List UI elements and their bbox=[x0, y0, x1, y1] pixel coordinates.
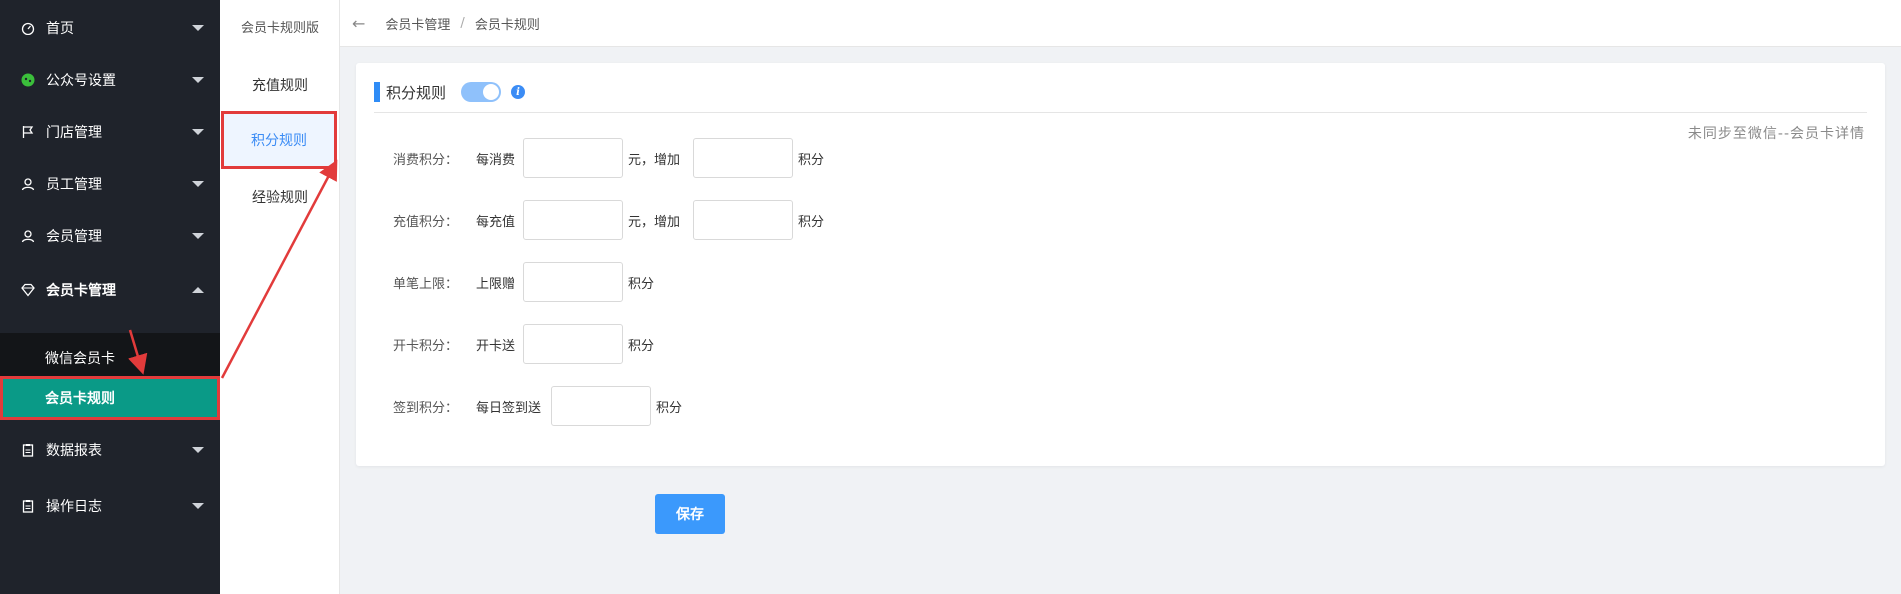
form-prefix: 上限赠 bbox=[476, 276, 516, 292]
single-limit-input[interactable] bbox=[523, 262, 623, 302]
secondary-nav-item-experience[interactable]: 经验规则 bbox=[220, 169, 340, 225]
chevron-down-icon bbox=[192, 447, 204, 453]
header-bar: ← 会员卡管理 / 会员卡规则 bbox=[340, 0, 1901, 47]
back-arrow-icon[interactable]: ← bbox=[352, 14, 365, 33]
form-suffix: 积分 bbox=[628, 276, 655, 292]
consume-amount-input[interactable] bbox=[523, 138, 623, 178]
submenu-item-label: 会员卡规则 bbox=[45, 391, 115, 407]
form-prefix: 每日签到送 bbox=[476, 400, 542, 416]
sidebar-item-label: 会员卡管理 bbox=[46, 283, 116, 299]
wechat-icon bbox=[20, 72, 36, 88]
secondary-nav-label: 充值规则 bbox=[252, 78, 308, 94]
flag-icon bbox=[20, 124, 36, 140]
card-header: 积分规则 i bbox=[374, 81, 526, 103]
clipboard-icon bbox=[20, 498, 36, 514]
sidebar-item-label: 门店管理 bbox=[46, 125, 102, 141]
chevron-down-icon bbox=[192, 181, 204, 187]
points-rule-toggle[interactable] bbox=[461, 82, 502, 102]
chevron-down-icon bbox=[192, 25, 204, 31]
breadcrumb-separator: / bbox=[460, 15, 465, 31]
chevron-down-icon bbox=[192, 503, 204, 509]
form-prefix: 开卡送 bbox=[476, 338, 516, 354]
form-mid-text: 元，增加 bbox=[628, 214, 681, 230]
secondary-nav-item-points[interactable]: 积分规则 bbox=[221, 111, 337, 169]
recharge-points-input[interactable] bbox=[693, 200, 793, 240]
sidebar-item-label: 员工管理 bbox=[46, 177, 102, 193]
consume-points-input[interactable] bbox=[693, 138, 793, 178]
recharge-amount-input[interactable] bbox=[523, 200, 623, 240]
points-rules-card: 积分规则 i 未同步至微信--会员卡详情 消费积分： 每消费 元，增加 积分 充… bbox=[356, 63, 1885, 466]
form-label: 消费积分： bbox=[393, 152, 459, 168]
form-prefix: 每充值 bbox=[476, 214, 516, 230]
divider bbox=[374, 112, 1867, 113]
form-suffix: 积分 bbox=[798, 152, 825, 168]
form-label: 单笔上限： bbox=[393, 276, 459, 292]
title-accent-bar bbox=[374, 82, 380, 102]
card-title: 积分规则 bbox=[386, 83, 447, 102]
checkin-points-input[interactable] bbox=[551, 386, 651, 426]
main-sidebar: 首页 公众号设置 门店管理 员工管理 会员管理 会员卡管理 微信会员卡 会员卡规… bbox=[0, 0, 220, 594]
opencard-points-input[interactable] bbox=[523, 324, 623, 364]
sidebar-item-logs[interactable]: 操作日志 bbox=[0, 478, 220, 534]
form-label: 签到积分： bbox=[393, 400, 459, 416]
sidebar-item-store[interactable]: 门店管理 bbox=[0, 104, 220, 160]
sidebar-item-label: 公众号设置 bbox=[46, 73, 116, 89]
sidebar-item-membercard[interactable]: 会员卡管理 bbox=[0, 262, 220, 318]
sidebar-item-wechat-settings[interactable]: 公众号设置 bbox=[0, 52, 220, 108]
toggle-knob bbox=[483, 84, 500, 100]
sidebar-item-label: 数据报表 bbox=[46, 443, 102, 459]
clipboard-icon bbox=[20, 442, 36, 458]
sidebar-item-staff[interactable]: 员工管理 bbox=[0, 156, 220, 212]
breadcrumb-level1[interactable]: 会员卡管理 bbox=[385, 14, 450, 33]
sidebar-item-label: 会员管理 bbox=[46, 229, 102, 245]
chevron-down-icon bbox=[192, 129, 204, 135]
submenu-item-wechat-card[interactable]: 微信会员卡 bbox=[0, 338, 220, 378]
submenu-item-card-rules[interactable]: 会员卡规则 bbox=[0, 376, 220, 420]
chevron-up-icon bbox=[192, 287, 204, 293]
form-suffix: 积分 bbox=[628, 338, 655, 354]
sync-status-note: 未同步至微信--会员卡详情 bbox=[1687, 126, 1865, 142]
save-button[interactable]: 保存 bbox=[655, 494, 725, 534]
user-icon bbox=[20, 228, 36, 244]
sidebar-item-members[interactable]: 会员管理 bbox=[0, 208, 220, 264]
sidebar-item-label: 首页 bbox=[46, 21, 74, 37]
user-icon bbox=[20, 176, 36, 192]
secondary-nav-label: 经验规则 bbox=[252, 190, 308, 206]
form-label: 开卡积分： bbox=[393, 338, 459, 354]
chevron-down-icon bbox=[192, 77, 204, 83]
secondary-nav-title: 会员卡规则版 bbox=[240, 20, 319, 36]
secondary-nav-label: 积分规则 bbox=[251, 133, 307, 149]
form-label: 充值积分： bbox=[393, 214, 459, 230]
form-suffix: 积分 bbox=[798, 214, 825, 230]
secondary-nav-item-recharge[interactable]: 充值规则 bbox=[220, 57, 340, 113]
form-mid-text: 元，增加 bbox=[628, 152, 681, 168]
sidebar-item-label: 操作日志 bbox=[46, 499, 102, 515]
diamond-icon bbox=[20, 282, 36, 298]
breadcrumb-level2: 会员卡规则 bbox=[474, 17, 540, 33]
secondary-nav: 会员卡规则版 充值规则 积分规则 经验规则 bbox=[220, 0, 340, 594]
dashboard-icon bbox=[20, 20, 36, 36]
submenu-item-label: 微信会员卡 bbox=[45, 351, 115, 367]
sidebar-item-reports[interactable]: 数据报表 bbox=[0, 422, 220, 478]
form-prefix: 每消费 bbox=[476, 152, 516, 168]
sidebar-item-home[interactable]: 首页 bbox=[0, 0, 220, 56]
chevron-down-icon bbox=[192, 233, 204, 239]
info-icon[interactable]: i bbox=[511, 85, 526, 99]
form-suffix: 积分 bbox=[656, 400, 683, 416]
